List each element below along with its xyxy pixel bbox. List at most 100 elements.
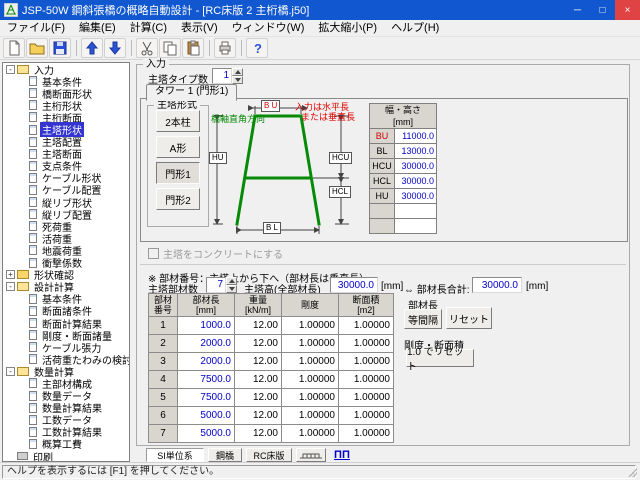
move-down-button[interactable] (104, 38, 126, 58)
print-button[interactable] (214, 38, 236, 58)
context-help-button[interactable]: ? (246, 38, 268, 58)
tree-expander-icon[interactable]: - (6, 367, 15, 376)
length-sum-label: ⇔ 部材長合計: (404, 281, 470, 296)
tab-tower-1[interactable]: タワー 1 (門形1) (146, 84, 237, 101)
spin-down-icon[interactable] (226, 285, 237, 293)
axis-direction-label: 橋軸直角方向 (211, 112, 265, 125)
dims-row-value[interactable]: 30000.0 (395, 189, 437, 204)
application-window: JSP-50W 鋼斜張橋の概略自動設計 - [RC床版 2 主桁橋.j50] ─… (0, 0, 640, 480)
member-length-cell[interactable]: 1000.0 (178, 317, 235, 335)
member-table-row: 5 7500.0 12.00 1.00000 1.00000 (149, 389, 394, 407)
member-area-cell[interactable]: 1.00000 (339, 335, 394, 353)
cut-button[interactable] (136, 38, 158, 58)
paste-button[interactable] (182, 38, 204, 58)
member-stiffness-cell[interactable]: 1.00000 (282, 317, 339, 335)
resize-grip-icon[interactable] (627, 467, 637, 477)
copy-button[interactable] (159, 38, 181, 58)
member-weight-cell[interactable]: 12.00 (235, 317, 282, 335)
member-length-cell[interactable]: 5000.0 (178, 407, 235, 425)
member-area-cell[interactable]: 1.00000 (339, 353, 394, 371)
col-member-no: 部材番号 (149, 294, 178, 317)
tree-expander-icon[interactable]: - (6, 282, 15, 291)
tree-item[interactable]: 印刷 (3, 450, 129, 462)
member-length-cell[interactable]: 2000.0 (178, 335, 235, 353)
member-weight-cell[interactable]: 12.00 (235, 353, 282, 371)
tree-node-icon (29, 342, 37, 352)
dims-row-value[interactable]: 11000.0 (395, 129, 437, 144)
member-weight-cell[interactable]: 12.00 (235, 389, 282, 407)
tower-form-option-button[interactable]: 門形2 (156, 188, 200, 210)
maximize-button[interactable]: □ (590, 0, 615, 20)
member-area-cell[interactable]: 1.00000 (339, 389, 394, 407)
tower-shape-icon[interactable]: ΠΠ (330, 448, 354, 462)
menu-item[interactable]: 拡大縮小(P) (311, 20, 384, 36)
tree-expander-icon[interactable]: + (6, 270, 15, 279)
save-button[interactable] (49, 38, 71, 58)
member-weight-cell[interactable]: 12.00 (235, 335, 282, 353)
length-reset-button[interactable]: リセット (446, 307, 492, 329)
member-weight-cell[interactable]: 12.00 (235, 371, 282, 389)
tower-form-option-button[interactable]: 2本柱 (156, 110, 200, 132)
tower-type-count-value[interactable]: 1 (212, 68, 232, 84)
tree-node-icon (29, 403, 37, 413)
member-stiffness-cell[interactable]: 1.00000 (282, 371, 339, 389)
member-area-cell[interactable]: 1.00000 (339, 371, 394, 389)
member-stiffness-cell[interactable]: 1.00000 (282, 353, 339, 371)
tower-height-field[interactable]: 30000.0 (330, 277, 378, 293)
member-length-cell[interactable]: 5000.0 (178, 425, 235, 443)
tower-type-count-spinner[interactable]: 1 (212, 68, 243, 84)
member-length-cell[interactable]: 7500.0 (178, 389, 235, 407)
menu-item[interactable]: ウィンドウ(W) (225, 20, 312, 36)
bridge-section-icon[interactable] (296, 448, 326, 462)
member-weight-cell[interactable]: 12.00 (235, 407, 282, 425)
dims-row-value[interactable]: 30000.0 (395, 159, 437, 174)
member-stiffness-cell[interactable]: 1.00000 (282, 425, 339, 443)
member-count-spinner[interactable]: 7 (206, 277, 237, 293)
unit-system-button[interactable]: SI単位系 (146, 448, 204, 462)
member-no-cell: 1 (149, 317, 178, 335)
tower-form-option-button[interactable]: 門形1 (156, 162, 200, 184)
member-area-cell[interactable]: 1.00000 (339, 425, 394, 443)
menu-item[interactable]: 編集(E) (72, 20, 123, 36)
tower-form-option-button[interactable]: A形 (156, 136, 200, 158)
menu-item[interactable]: ファイル(F) (0, 20, 72, 36)
menu-item[interactable]: ヘルプ(H) (384, 20, 446, 36)
member-stiffness-cell[interactable]: 1.00000 (282, 407, 339, 425)
new-document-button[interactable] (3, 38, 25, 58)
dims-row-value[interactable]: 30000.0 (395, 174, 437, 189)
member-length-cell[interactable]: 2000.0 (178, 353, 235, 371)
member-area-cell[interactable]: 1.00000 (339, 407, 394, 425)
spin-up-icon[interactable] (232, 68, 243, 76)
member-table-row: 3 2000.0 12.00 1.00000 1.00000 (149, 353, 394, 371)
member-stiffness-cell[interactable]: 1.00000 (282, 389, 339, 407)
tree-expander-icon[interactable]: - (6, 65, 15, 74)
move-up-button[interactable] (81, 38, 103, 58)
title-bar: JSP-50W 鋼斜張橋の概略自動設計 - [RC床版 2 主桁橋.j50] ─… (0, 0, 640, 20)
deck-type-button[interactable]: RC床版 (246, 448, 292, 462)
stiffness-reset-button[interactable]: 1.0 でリセット (406, 349, 474, 367)
member-length-cell[interactable]: 7500.0 (178, 371, 235, 389)
minimize-button[interactable]: ─ (565, 0, 590, 20)
member-count-value[interactable]: 7 (206, 277, 226, 293)
checkbox-icon[interactable] (148, 248, 159, 259)
concrete-checkbox[interactable]: 主塔をコンクリートにする (148, 246, 283, 261)
tree-item[interactable]: 概算工費 (3, 438, 129, 450)
dims-row-value[interactable] (395, 204, 437, 219)
menu-item[interactable]: 計算(C) (123, 20, 174, 36)
member-weight-cell[interactable]: 12.00 (235, 425, 282, 443)
dim-label-hcl: HCL (329, 186, 351, 198)
spin-up-icon[interactable] (226, 277, 237, 285)
member-stiffness-cell[interactable]: 1.00000 (282, 335, 339, 353)
menu-item[interactable]: 表示(V) (174, 20, 225, 36)
tree-node-icon (29, 378, 37, 388)
member-area-cell[interactable]: 1.00000 (339, 317, 394, 335)
open-folder-button[interactable] (26, 38, 48, 58)
dims-row (369, 219, 437, 234)
member-no-cell: 3 (149, 353, 178, 371)
bridge-type-button[interactable]: 鋼橋 (208, 448, 242, 462)
dims-row-value[interactable] (395, 219, 437, 234)
dims-row-value[interactable]: 13000.0 (395, 144, 437, 159)
equal-spacing-button[interactable]: 等間隔 (404, 309, 442, 329)
spin-down-icon[interactable] (232, 76, 243, 84)
close-button[interactable]: × (615, 0, 640, 20)
